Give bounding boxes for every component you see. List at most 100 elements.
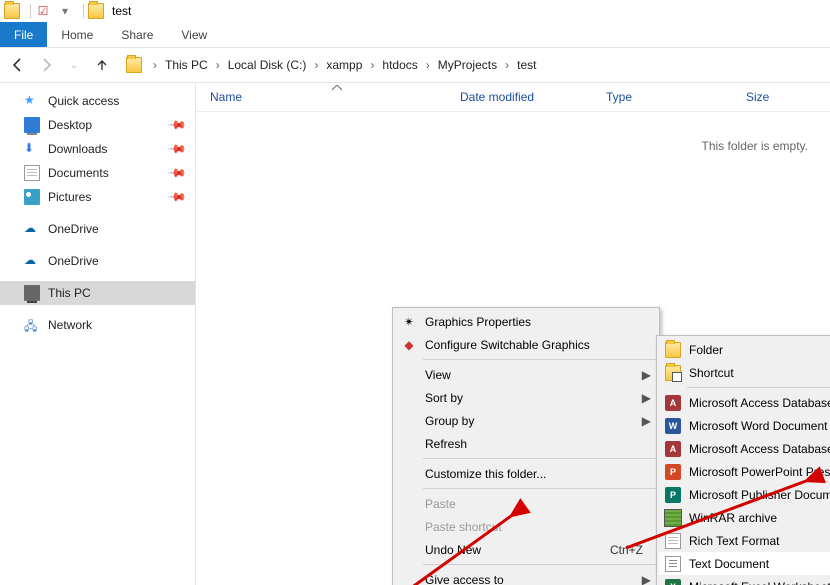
breadcrumb-item[interactable]: test — [514, 58, 539, 72]
qat-item-icon[interactable]: ▾ — [57, 3, 73, 19]
menu-item-label: Folder — [689, 343, 723, 357]
menu-item[interactable]: Rich Text Format — [659, 529, 830, 552]
sort-indicator-icon — [332, 85, 342, 91]
menu-item[interactable]: WinRAR archive — [659, 506, 830, 529]
file-list[interactable]: Name Date modified Type Size This folder… — [196, 83, 830, 585]
menu-item[interactable]: Group by ▶ — [395, 409, 657, 432]
pictures-icon — [24, 189, 40, 205]
sidebar-item-label: Downloads — [48, 142, 107, 156]
sidebar-item[interactable]: 🖧 Network — [0, 313, 195, 337]
column-headers: Name Date modified Type Size — [196, 83, 830, 112]
menu-item[interactable]: Refresh — [395, 432, 657, 455]
menu-item-label: Shortcut — [689, 366, 734, 380]
menu-item[interactable]: ◆Configure Switchable Graphics — [395, 333, 657, 356]
folder-icon — [126, 57, 142, 73]
desktop-icon — [24, 117, 40, 133]
menu-item[interactable]: Text Document — [659, 552, 830, 575]
chevron-right-icon[interactable]: › — [211, 58, 225, 72]
column-size[interactable]: Size — [746, 90, 826, 104]
breadcrumb-item[interactable]: This PC — [162, 58, 211, 72]
column-name[interactable]: Name — [210, 90, 460, 104]
star-icon: ★ — [24, 93, 40, 109]
menu-item[interactable]: XMicrosoft Excel Worksheet — [659, 575, 830, 585]
menu-item-label: Paste shortcut — [425, 520, 502, 534]
column-type[interactable]: Type — [606, 90, 746, 104]
breadcrumb-item[interactable]: htdocs — [379, 58, 420, 72]
menu-item[interactable]: W Microsoft Word Document — [659, 414, 830, 437]
sidebar-item[interactable]: Documents 📌 — [0, 161, 195, 185]
nav-back-icon[interactable] — [8, 55, 28, 75]
cloud-icon: ☁ — [24, 253, 40, 269]
menu-item-label: Microsoft Excel Worksheet — [689, 580, 830, 585]
nav-up-icon[interactable] — [92, 55, 112, 75]
chevron-right-icon[interactable]: › — [500, 58, 514, 72]
folder-icon — [88, 3, 104, 19]
menu-item: Paste shortcut — [395, 515, 657, 538]
tab-file[interactable]: File — [0, 22, 47, 47]
menu-item[interactable]: View ▶ — [395, 363, 657, 386]
menu-item[interactable]: Give access to ▶ — [395, 568, 657, 585]
app-icon: W — [665, 418, 681, 434]
document-icon — [24, 165, 40, 181]
sidebar-item[interactable]: ☁ OneDrive — [0, 217, 195, 241]
column-date[interactable]: Date modified — [460, 90, 606, 104]
sidebar-item-label: This PC — [48, 286, 91, 300]
menu-item[interactable]: Sort by ▶ — [395, 386, 657, 409]
menu-item-label: Microsoft Publisher Document — [689, 488, 830, 502]
breadcrumb-item[interactable]: MyProjects — [435, 58, 500, 72]
breadcrumb-item[interactable]: Local Disk (C:) — [225, 58, 310, 72]
sidebar-item[interactable]: Desktop 📌 — [0, 113, 195, 137]
pin-icon: 📌 — [167, 115, 187, 135]
sidebar-item[interactable]: This PC — [0, 281, 195, 305]
shortcut-icon — [665, 365, 681, 381]
chevron-right-icon[interactable]: › — [365, 58, 379, 72]
menu-item: Paste — [395, 492, 657, 515]
sidebar-item[interactable]: ⬇ Downloads 📌 — [0, 137, 195, 161]
tab-home[interactable]: Home — [47, 22, 107, 47]
menu-item-label: Give access to — [425, 573, 504, 585]
tab-view[interactable]: View — [167, 22, 221, 47]
chevron-right-icon[interactable]: › — [421, 58, 435, 72]
breadcrumb[interactable]: › This PC › Local Disk (C:) › xampp › ht… — [120, 53, 822, 77]
sidebar-item-label: Documents — [48, 166, 109, 180]
nav-pane: ★ Quick access Desktop 📌 ⬇ Downloads 📌 D… — [0, 83, 196, 585]
menu-item[interactable]: ✴Graphics Properties — [395, 310, 657, 333]
breadcrumb-item[interactable]: xampp — [323, 58, 365, 72]
monitor-icon — [24, 285, 40, 301]
menu-item[interactable]: Customize this folder... — [395, 462, 657, 485]
nav-recent-icon[interactable]: ⌄ — [64, 55, 84, 75]
sidebar-item[interactable]: Pictures 📌 — [0, 185, 195, 209]
separator — [30, 4, 31, 18]
menu-item[interactable]: P Microsoft Publisher Document — [659, 483, 830, 506]
menu-separator — [423, 458, 656, 459]
menu-item-label: Text Document — [689, 557, 769, 571]
menu-item[interactable]: Folder — [659, 338, 830, 361]
menu-item[interactable]: AMicrosoft Access Database — [659, 391, 830, 414]
sidebar-item-label: Pictures — [48, 190, 91, 204]
sidebar-item[interactable]: ☁ OneDrive — [0, 249, 195, 273]
menu-item[interactable]: AMicrosoft Access Database — [659, 437, 830, 460]
sidebar-item-label: Quick access — [48, 94, 119, 108]
app-icon: P — [665, 464, 681, 480]
menu-item-label: Microsoft Access Database — [689, 442, 830, 456]
qat-item-icon[interactable]: ☑ — [35, 3, 51, 19]
menu-item[interactable]: Shortcut — [659, 361, 830, 384]
menu-item[interactable]: PMicrosoft PowerPoint Presentation — [659, 460, 830, 483]
context-submenu-new: Folder Shortcut AMicrosoft Access Databa… — [656, 335, 830, 585]
chevron-right-icon: ▶ — [642, 391, 651, 405]
menu-item-label: Refresh — [425, 437, 467, 451]
app-icon: P — [665, 487, 681, 503]
tab-share[interactable]: Share — [107, 22, 167, 47]
archive-icon — [665, 510, 681, 526]
chevron-right-icon[interactable]: › — [309, 58, 323, 72]
pin-icon: 📌 — [167, 163, 187, 183]
menu-item-label: Graphics Properties — [425, 315, 531, 329]
rtf-icon — [665, 533, 681, 549]
chevron-right-icon: ▶ — [642, 573, 651, 585]
nav-bar: ⌄ › This PC › Local Disk (C:) › xampp › … — [0, 48, 830, 82]
sidebar-item[interactable]: ★ Quick access — [0, 89, 195, 113]
menu-item[interactable]: Undo New Ctrl+Z — [395, 538, 657, 561]
title-bar: ☑ ▾ test — [0, 0, 830, 22]
chevron-right-icon[interactable]: › — [148, 58, 162, 72]
menu-item-label: Microsoft Word Document — [689, 419, 828, 433]
